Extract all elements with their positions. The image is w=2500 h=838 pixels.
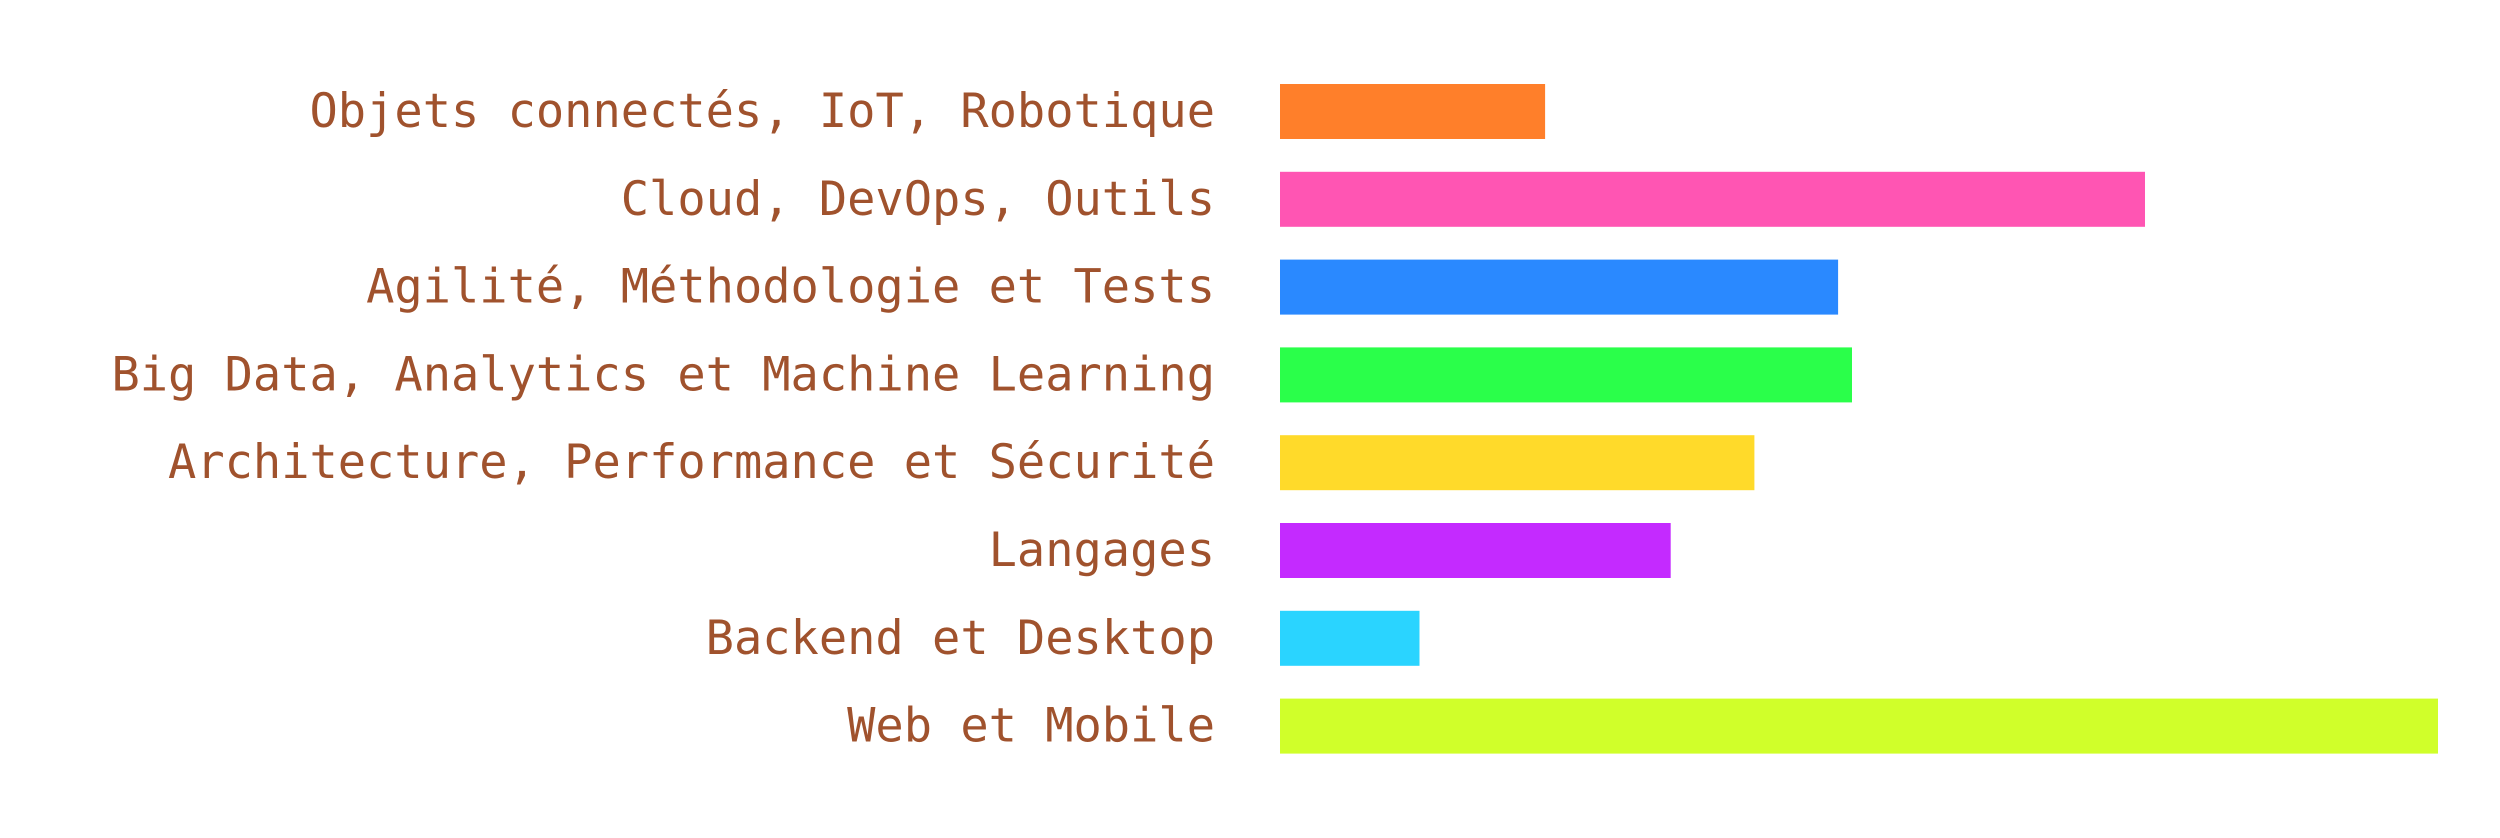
category-label-6: Backend et Desktop bbox=[706, 611, 1215, 666]
bar-4 bbox=[1280, 435, 1755, 491]
category-label-4: Architecture, Performance et Sécurité bbox=[168, 435, 1215, 490]
horizontal-bar-chart: Objets connectés, IoT, Robotique Cloud, D… bbox=[111, 84, 2438, 754]
bar-6 bbox=[1280, 610, 1420, 666]
bar-0 bbox=[1280, 84, 1546, 139]
bar-5 bbox=[1280, 523, 1671, 578]
category-label-2: Agilité, Méthodologie et Tests bbox=[366, 260, 1215, 315]
category-label-7: Web et Mobile bbox=[847, 699, 1215, 754]
bar-7 bbox=[1280, 698, 2438, 754]
category-label-3: Big Data, Analytics et Machine Learning bbox=[111, 347, 1215, 402]
category-label-1: Cloud, DevOps, Outils bbox=[621, 172, 1215, 227]
bar-2 bbox=[1280, 259, 1839, 315]
category-label-0: Objets connectés, IoT, Robotique bbox=[310, 84, 1215, 139]
category-label-5: Langages bbox=[989, 523, 1215, 578]
bars bbox=[1280, 84, 2438, 754]
bar-1 bbox=[1280, 171, 2145, 227]
bar-3 bbox=[1280, 347, 1852, 403]
category-labels: Objets connectés, IoT, Robotique Cloud, D… bbox=[111, 84, 1215, 754]
